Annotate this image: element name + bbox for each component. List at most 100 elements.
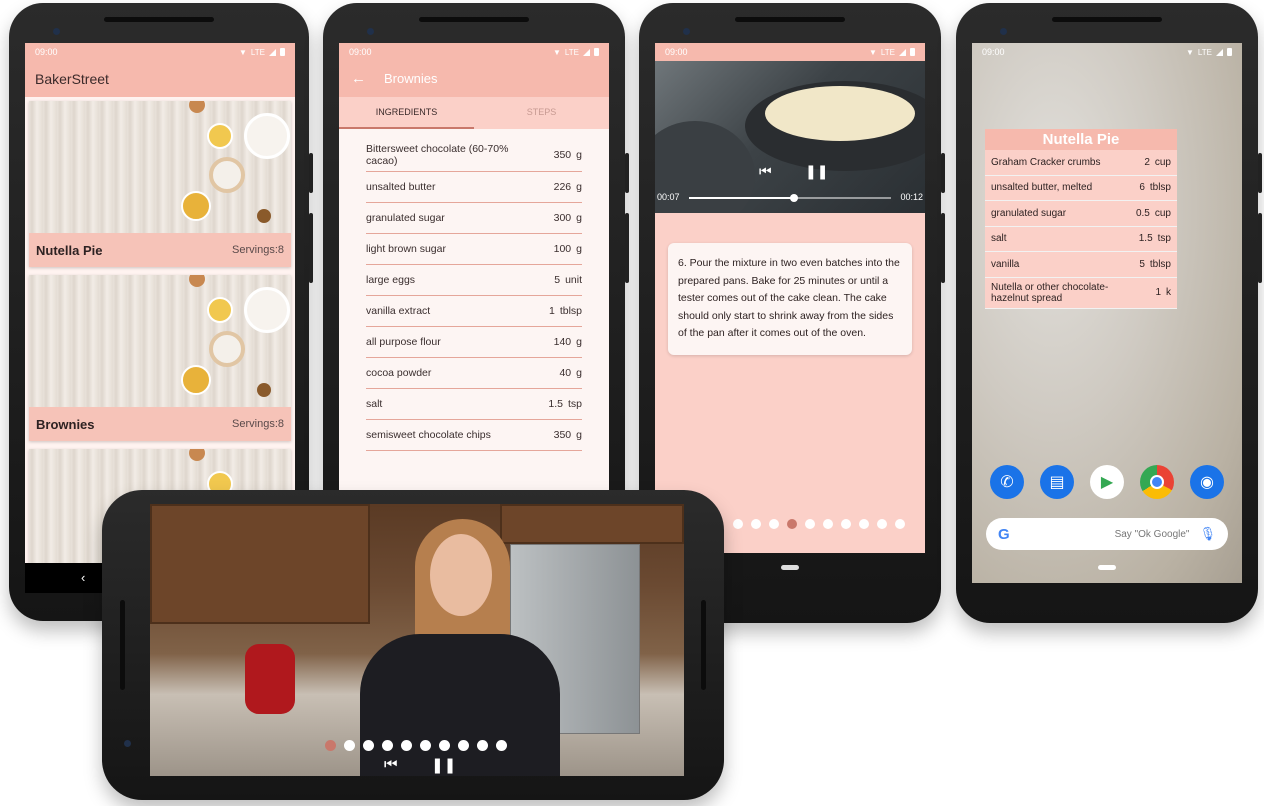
mic-icon[interactable]: 🎙 bbox=[1199, 526, 1216, 542]
google-search-bar[interactable]: G Say "Ok Google" 🎙 bbox=[986, 518, 1228, 550]
app-bar: 09:00 ▼ LTE BakerStreet bbox=[25, 43, 295, 97]
google-logo-icon: G bbox=[998, 525, 1010, 543]
ingredient-unit: tblsp bbox=[1149, 258, 1171, 270]
ingredient-row: light brown sugar 100 g bbox=[366, 234, 582, 265]
time-elapsed: 00:07 bbox=[657, 192, 680, 202]
ingredient-quantity: 40 bbox=[559, 367, 572, 379]
nav-back-icon[interactable]: ‹ bbox=[81, 570, 85, 585]
screen: 09:00 ▼ LTE ← Brownies INGREDIENTS STEPS … bbox=[339, 43, 609, 493]
step-dot[interactable] bbox=[733, 519, 743, 529]
app-dock: ✆ ▤ ▶ ◉ bbox=[990, 465, 1224, 499]
phone-landscape-video: ⏮ ❚❚ bbox=[102, 490, 724, 800]
step-dot[interactable] bbox=[859, 519, 869, 529]
step-dot[interactable] bbox=[787, 519, 797, 529]
speaker-grille bbox=[735, 17, 845, 22]
status-bar: 09:00 ▼ LTE bbox=[339, 43, 609, 61]
tab-steps[interactable]: STEPS bbox=[474, 97, 609, 129]
messages-icon[interactable]: ▤ bbox=[1040, 465, 1074, 499]
wifi-icon: ▼ bbox=[239, 47, 247, 57]
widget-ingredient-row: salt 1.5 tsp bbox=[985, 227, 1177, 252]
presenter-face bbox=[430, 534, 492, 616]
battery-icon bbox=[910, 48, 915, 56]
recipe-servings: Servings:8 bbox=[232, 244, 284, 256]
power-button bbox=[1258, 153, 1262, 193]
ingredient-quantity: 226 bbox=[553, 181, 572, 193]
step-dot[interactable] bbox=[382, 740, 393, 751]
skip-previous-icon[interactable]: ⏮ bbox=[384, 756, 398, 773]
status-bar: 09:00 ▼ LTE bbox=[25, 43, 295, 61]
step-dot[interactable] bbox=[325, 740, 336, 751]
video-player[interactable]: ⏮ ❚❚ bbox=[150, 504, 684, 776]
ingredient-quantity: 350 bbox=[553, 429, 572, 441]
volume-button bbox=[625, 213, 629, 283]
step-dot[interactable] bbox=[477, 740, 488, 751]
ingredient-name: Bittersweet chocolate (60-70% cacao) bbox=[366, 143, 509, 167]
speaker-grille bbox=[1052, 17, 1162, 22]
ingredient-unit: g bbox=[576, 429, 582, 441]
battery-icon bbox=[280, 48, 285, 56]
ingredient-unit: g bbox=[576, 243, 582, 255]
seek-knob[interactable] bbox=[790, 194, 799, 202]
step-dot[interactable] bbox=[420, 740, 431, 751]
status-time: 09:00 bbox=[982, 47, 1005, 57]
ingredient-unit: k bbox=[1166, 287, 1171, 298]
step-dot[interactable] bbox=[895, 519, 905, 529]
step-dot[interactable] bbox=[363, 740, 374, 751]
widget-ingredient-row: Nutella or other chocolate-hazelnut spre… bbox=[985, 278, 1177, 309]
ingredient-row: vanilla extract 1 tblsp bbox=[366, 296, 582, 327]
step-dot[interactable] bbox=[877, 519, 887, 529]
seek-bar[interactable] bbox=[689, 194, 891, 202]
play-store-icon[interactable]: ▶ bbox=[1090, 465, 1124, 499]
phone-icon[interactable]: ✆ bbox=[990, 465, 1024, 499]
tab-ingredients[interactable]: INGREDIENTS bbox=[339, 97, 474, 129]
pause-icon[interactable]: ❚❚ bbox=[431, 756, 456, 774]
step-dot[interactable] bbox=[769, 519, 779, 529]
power-button bbox=[625, 153, 629, 193]
ingredient-row: cocoa powder 40 g bbox=[366, 358, 582, 389]
front-camera bbox=[53, 28, 60, 35]
video-player[interactable]: ⏮ ❚❚ 00:07 00:12 bbox=[655, 61, 925, 213]
ingredient-unit: g bbox=[576, 149, 582, 161]
signal-icon bbox=[899, 48, 906, 56]
ingredient-name: salt bbox=[366, 398, 383, 410]
app-bar: 09:00 ▼ LTE ← Brownies bbox=[339, 43, 609, 97]
step-dot[interactable] bbox=[823, 519, 833, 529]
ingredient-name: unsalted butter bbox=[366, 181, 436, 193]
ingredient-widget[interactable]: Nutella Pie Graham Cracker crumbs 2 cup u… bbox=[985, 129, 1177, 309]
ingredient-unit: tsp bbox=[567, 398, 582, 410]
recipe-name: Brownies bbox=[36, 416, 95, 432]
ingredient-name: semisweet chocolate chips bbox=[366, 429, 491, 441]
widget-ingredient-row: granulated sugar 0.5 cup bbox=[985, 201, 1177, 227]
step-dot[interactable] bbox=[805, 519, 815, 529]
ingredient-quantity: 1.5 bbox=[548, 398, 563, 410]
chrome-icon[interactable] bbox=[1140, 465, 1174, 499]
recipe-card[interactable]: Nutella Pie Servings:8 bbox=[29, 101, 291, 267]
home-pill[interactable] bbox=[1098, 565, 1116, 570]
ingredient-quantity: 140 bbox=[553, 336, 572, 348]
back-arrow-icon[interactable]: ← bbox=[351, 70, 366, 87]
ingredient-row: all purpose flour 140 g bbox=[366, 327, 582, 358]
lte-label: LTE bbox=[250, 47, 265, 57]
recipe-image bbox=[29, 275, 291, 407]
step-dot[interactable] bbox=[458, 740, 469, 751]
skip-previous-icon[interactable]: ⏮ bbox=[759, 163, 772, 180]
volume-button bbox=[1258, 213, 1262, 283]
step-dot[interactable] bbox=[401, 740, 412, 751]
step-dot[interactable] bbox=[841, 519, 851, 529]
ingredient-quantity: 1.5 bbox=[1138, 233, 1153, 245]
step-dot[interactable] bbox=[751, 519, 761, 529]
app-title: BakerStreet bbox=[35, 71, 109, 87]
status-bar: 09:00 ▼ LTE bbox=[655, 43, 925, 61]
step-dot[interactable] bbox=[439, 740, 450, 751]
ingredient-name: light brown sugar bbox=[366, 243, 446, 255]
wifi-icon: ▼ bbox=[1186, 47, 1194, 57]
ingredient-quantity: 6 bbox=[1139, 182, 1145, 194]
ingredient-row: Bittersweet chocolate (60-70% cacao) 350… bbox=[366, 139, 582, 172]
recipe-card[interactable]: Brownies Servings:8 bbox=[29, 275, 291, 441]
home-pill[interactable] bbox=[781, 565, 799, 570]
step-dot[interactable] bbox=[344, 740, 355, 751]
camera-icon[interactable]: ◉ bbox=[1190, 465, 1224, 499]
recipe-image bbox=[29, 101, 291, 233]
step-dot[interactable] bbox=[496, 740, 507, 751]
pause-icon[interactable]: ❚❚ bbox=[805, 163, 828, 180]
